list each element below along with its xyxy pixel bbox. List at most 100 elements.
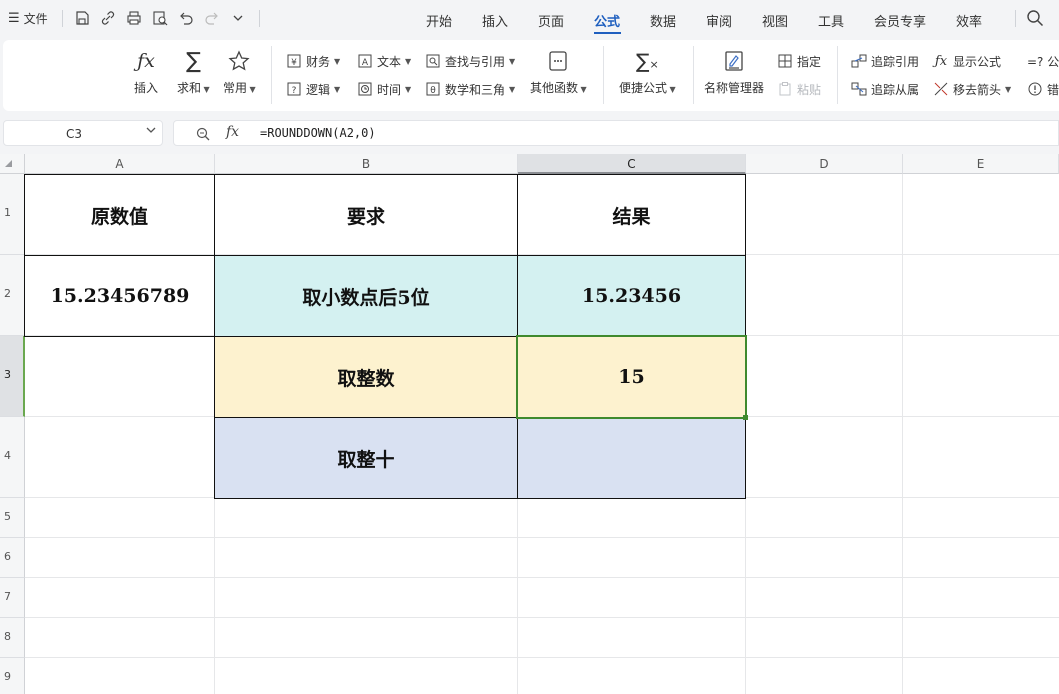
active-tab-indicator: [594, 32, 621, 34]
divider: [62, 10, 63, 27]
insert-function-label: 插入: [133, 81, 158, 95]
link-icon[interactable]: [99, 9, 117, 27]
chevron-down-icon: ▼: [334, 84, 341, 94]
formula-bar: C3 fx =ROUNDDOWN(A2,0): [0, 114, 1059, 154]
spreadsheet-grid: A B C D E 1 2 3 4 5 6 7 8 9 原数值 要求 结果 15…: [0, 154, 1059, 694]
other-functions-button[interactable]: 其他函数 ▼: [530, 48, 587, 96]
row-number: 4: [4, 449, 11, 462]
row-header-2[interactable]: 2: [0, 255, 25, 336]
print-preview-icon[interactable]: [151, 9, 169, 27]
gridline: [25, 617, 1059, 618]
cell-c4[interactable]: [517, 417, 746, 499]
gridline: [25, 657, 1059, 658]
cell-b2[interactable]: 取小数点后5位: [214, 255, 518, 337]
svg-text:A: A: [362, 58, 369, 68]
paste-name-button[interactable]: 粘贴: [777, 80, 821, 98]
chevron-down-icon: ▼: [1005, 84, 1012, 94]
remove-arrows-button[interactable]: 移去箭头 ▼: [933, 80, 1011, 98]
row-header-1[interactable]: 1: [0, 174, 25, 255]
row-header-5[interactable]: 5: [0, 498, 25, 538]
search-icon[interactable]: [1026, 9, 1044, 27]
tab-insert[interactable]: 插入: [482, 11, 508, 30]
chevron-down-icon[interactable]: [146, 125, 156, 138]
cell-c3[interactable]: 15: [517, 336, 746, 418]
tab-efficiency[interactable]: 效率: [956, 11, 982, 30]
more-functions-icon: [545, 48, 571, 74]
column-header-d[interactable]: D: [746, 154, 903, 174]
time-functions-button[interactable]: 时间 ▼: [357, 80, 411, 98]
zoom-icon[interactable]: [196, 126, 210, 141]
lookup-functions-button[interactable]: 查找与引用 ▼: [425, 52, 515, 70]
tab-data[interactable]: 数据: [650, 11, 676, 30]
finance-functions-button[interactable]: ¥ 财务 ▼: [286, 52, 340, 70]
tab-view[interactable]: 视图: [762, 11, 788, 30]
cell-c1[interactable]: 结果: [517, 174, 746, 256]
quick-formula-button[interactable]: ∑× 便捷公式 ▼: [619, 48, 676, 96]
gridline: [902, 174, 903, 694]
other-functions-label: 其他函数: [530, 81, 579, 95]
menu-bar: ☰ 文件 开始 插入 页面 公式 数据 审阅 视图 工具 会员专享 效率: [0, 0, 1059, 38]
cell-b3[interactable]: 取整数: [214, 336, 518, 418]
cell-reference: C3: [65, 127, 82, 141]
trace-dependents-button[interactable]: 追踪从属: [851, 80, 919, 98]
assign-name-button[interactable]: 指定: [777, 52, 821, 70]
file-menu[interactable]: ☰ 文件: [8, 10, 48, 27]
fill-handle[interactable]: [743, 415, 748, 420]
cell-b4[interactable]: 取整十: [214, 417, 518, 499]
row-number: 2: [4, 287, 11, 300]
insert-function-button[interactable]: ƒx 插入: [133, 48, 159, 96]
row-header-9[interactable]: 9: [0, 658, 25, 694]
column-header-b[interactable]: B: [215, 154, 518, 174]
row-header-6[interactable]: 6: [0, 538, 25, 578]
evaluate-formula-button[interactable]: =? 公: [1027, 52, 1059, 70]
tab-home[interactable]: 开始: [426, 11, 452, 30]
row-header-4[interactable]: 4: [0, 417, 25, 498]
formula-text[interactable]: =ROUNDDOWN(A2,0): [260, 126, 376, 140]
tab-tools[interactable]: 工具: [818, 11, 844, 30]
error-check-button[interactable]: 错: [1027, 80, 1059, 98]
name-manager-icon: [721, 48, 747, 74]
autosum-button[interactable]: ∑ 求和 ▼: [177, 48, 210, 96]
chevron-down-icon[interactable]: [229, 9, 247, 27]
name-manager-button[interactable]: 名称管理器: [704, 48, 764, 96]
fx-icon[interactable]: fx: [226, 124, 239, 140]
tab-formula[interactable]: 公式: [594, 11, 620, 30]
row-header-8[interactable]: 8: [0, 618, 25, 658]
formula-input[interactable]: fx =ROUNDDOWN(A2,0): [173, 120, 1059, 146]
cell-a2[interactable]: 15.23456789: [24, 255, 215, 337]
cell-a3[interactable]: [24, 336, 215, 418]
name-manager-label: 名称管理器: [704, 81, 765, 95]
save-icon[interactable]: [73, 9, 91, 27]
text-icon: A: [357, 53, 373, 69]
tab-page[interactable]: 页面: [538, 11, 564, 30]
row-header-3[interactable]: 3: [0, 336, 25, 417]
cell-c2[interactable]: 15.23456: [517, 255, 746, 337]
tab-review[interactable]: 审阅: [706, 11, 732, 30]
logic-functions-button[interactable]: ? 逻辑 ▼: [286, 80, 340, 98]
undo-icon[interactable]: [177, 9, 195, 27]
show-formulas-button[interactable]: ƒx 显示公式: [933, 52, 1001, 70]
chevron-down-icon: ▼: [667, 85, 676, 94]
print-icon[interactable]: [125, 9, 143, 27]
show-formulas-label: 显示公式: [953, 54, 1002, 69]
column-header-e[interactable]: E: [903, 154, 1059, 174]
common-functions-button[interactable]: 常用 ▼: [223, 48, 256, 96]
name-box[interactable]: C3: [3, 120, 163, 146]
chevron-down-icon: ▼: [334, 56, 341, 66]
assign-icon: [777, 53, 793, 69]
text-label: 文本: [377, 54, 402, 69]
fx-icon: ƒx: [137, 50, 155, 72]
select-all-corner[interactable]: [0, 154, 25, 174]
trace-precedents-label: 追踪引用: [871, 54, 920, 69]
trace-precedents-button[interactable]: 追踪引用: [851, 52, 919, 70]
cell-a1[interactable]: 原数值: [24, 174, 215, 256]
text-functions-button[interactable]: A 文本 ▼: [357, 52, 411, 70]
cell-b1[interactable]: 要求: [214, 174, 518, 256]
math-functions-button[interactable]: θ 数学和三角 ▼: [425, 80, 515, 98]
tab-member[interactable]: 会员专享: [874, 11, 926, 30]
finance-label: 财务: [306, 54, 331, 69]
column-header-a[interactable]: A: [25, 154, 215, 174]
column-header-c[interactable]: C: [518, 154, 746, 174]
row-header-7[interactable]: 7: [0, 578, 25, 618]
redo-icon[interactable]: [203, 9, 221, 27]
